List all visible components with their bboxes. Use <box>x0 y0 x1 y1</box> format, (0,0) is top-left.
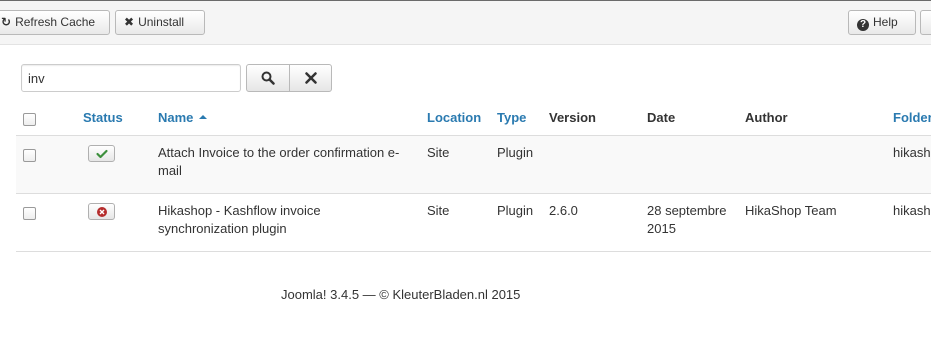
question-icon: ? <box>857 19 869 31</box>
column-version: Version <box>549 110 596 125</box>
close-icon <box>304 72 317 84</box>
column-status[interactable]: Status <box>83 110 123 125</box>
row-checkbox[interactable] <box>23 149 36 162</box>
disabled-icon <box>96 206 107 217</box>
footer-text: Joomla! 3.4.5 — © KleuterBladen.nl 2015 <box>281 287 521 302</box>
row-folder: hikash <box>893 203 931 218</box>
row-author: HikaShop Team <box>745 203 837 218</box>
help-button[interactable]: ? Help <box>848 10 916 35</box>
check-icon <box>96 149 107 158</box>
sort-ascending-icon <box>199 115 208 119</box>
column-type[interactable]: Type <box>497 110 526 125</box>
column-author: Author <box>745 110 788 125</box>
options-button[interactable] <box>920 10 931 35</box>
row-type: Plugin <box>497 203 534 218</box>
refresh-cache-label: Refresh Cache <box>15 15 96 29</box>
clear-search-button[interactable] <box>289 64 332 92</box>
table-row <box>16 136 931 193</box>
status-toggle-enabled[interactable] <box>88 145 115 162</box>
row-name-line: synchronization plugin <box>158 221 287 236</box>
row-name[interactable]: Hikashop - Kashflow invoice synchronizat… <box>158 202 418 238</box>
toolbar: ↻ Refresh Cache ✖ Uninstall ? Help <box>0 0 931 45</box>
row-type: Plugin <box>497 145 534 160</box>
row-date: 28 septembre 2015 <box>647 202 727 238</box>
search-input[interactable] <box>21 64 241 92</box>
uninstall-label: Uninstall <box>138 15 185 29</box>
uninstall-button[interactable]: ✖ Uninstall <box>115 10 205 35</box>
row-name-line: Hikashop - Kashflow invoice <box>158 203 321 218</box>
row-name-line: mail <box>158 163 182 178</box>
row-folder: hikash <box>893 145 931 160</box>
column-date: Date <box>647 110 676 125</box>
row-name-line: Attach Invoice to the order confirmation… <box>158 145 400 160</box>
row-name[interactable]: Attach Invoice to the order confirmation… <box>158 144 418 180</box>
column-folder[interactable]: Folder <box>893 110 931 125</box>
status-toggle-disabled[interactable] <box>88 203 115 220</box>
row-location: Site <box>427 203 450 218</box>
search-button[interactable] <box>246 64 290 92</box>
row-version: 2.6.0 <box>549 203 578 218</box>
row-checkbox[interactable] <box>23 207 36 220</box>
row-divider <box>16 193 931 194</box>
refresh-icon: ↻ <box>1 15 12 29</box>
search-icon <box>261 71 275 85</box>
column-name-label: Name <box>158 110 194 125</box>
column-location[interactable]: Location <box>427 110 481 125</box>
row-date-line: 28 septembre <box>647 203 727 218</box>
close-icon: ✖ <box>124 15 135 29</box>
refresh-cache-button[interactable]: ↻ Refresh Cache <box>0 10 110 35</box>
select-all-checkbox[interactable] <box>23 113 36 126</box>
column-name[interactable]: Name <box>158 110 208 125</box>
row-date-line: 2015 <box>647 221 676 236</box>
help-label: Help <box>873 15 898 29</box>
row-divider <box>16 251 931 252</box>
row-location: Site <box>427 145 450 160</box>
